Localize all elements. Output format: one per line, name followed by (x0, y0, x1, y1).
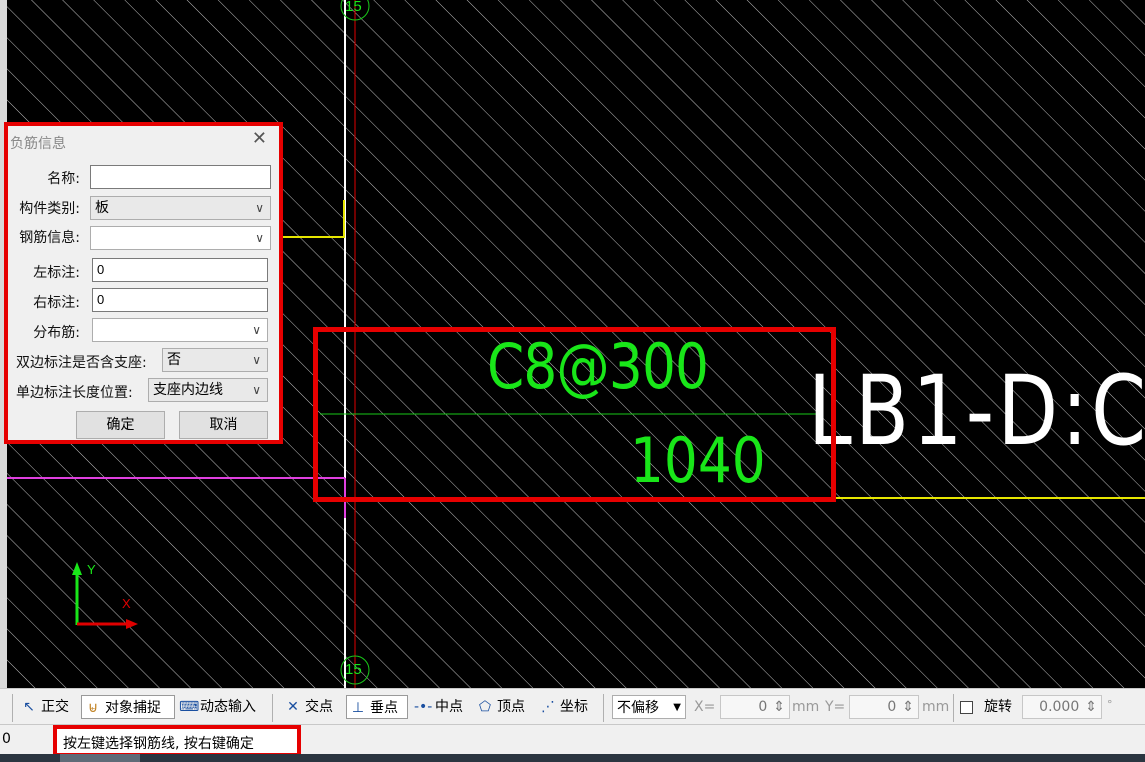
left-mark-input[interactable]: 0 (92, 258, 268, 282)
x-spin-icon[interactable]: ⇕ (773, 699, 785, 715)
chevron-down-icon: ∨ (255, 231, 264, 245)
double-side-select-value: 否 (167, 352, 181, 368)
name-input[interactable] (90, 165, 271, 189)
cancel-button[interactable]: 取消 (179, 411, 268, 439)
intersection-label: 交点 (305, 699, 333, 715)
ortho-icon: ↖ (23, 699, 35, 715)
rebar-info-select[interactable]: ∨ (90, 226, 271, 250)
vertex-icon: ⬠ (478, 699, 492, 715)
dialog-title: 负筋信息 (10, 136, 66, 152)
ortho-label: 正交 (41, 699, 69, 715)
chevron-down-icon: ∨ (252, 383, 261, 397)
coordinate-label: 坐标 (560, 699, 588, 715)
magnet-icon: ⊌ (87, 700, 99, 716)
ucs-y-label: Y (87, 562, 96, 577)
status-prompt-box: 按左键选择钢筋线, 按右键确定 (53, 725, 301, 757)
slab-label-text[interactable]: LB1-D:C (808, 355, 1145, 467)
intersection-snap[interactable]: ✕ 交点 (284, 695, 333, 719)
rotate-label: 旋转 (984, 699, 1012, 715)
y-spin-icon[interactable]: ⇕ (902, 699, 914, 715)
y-input[interactable]: 0 ⇕ (849, 695, 919, 719)
axis-number-top: 15 (345, 0, 362, 15)
ucs-x-label: X (122, 596, 131, 611)
rebar-highlight-box (313, 327, 836, 502)
y-label: Y= (825, 699, 846, 715)
rotate-spin-icon[interactable]: ⇕ (1085, 699, 1097, 715)
single-side-select[interactable]: 支座内边线 ∨ (148, 378, 268, 402)
ortho-toggle[interactable]: ↖ 正交 (20, 695, 69, 719)
chevron-down-icon: ∨ (255, 201, 264, 215)
midpoint-label: 中点 (435, 699, 463, 715)
category-select[interactable]: 板 ∨ (90, 196, 271, 220)
dropdown-arrow-icon: ▼ (673, 702, 681, 713)
right-mark-label: 右标注: (33, 295, 80, 311)
right-mark-input[interactable]: 0 (92, 288, 268, 312)
name-label: 名称: (47, 171, 80, 187)
toolbar-separator (603, 694, 604, 722)
x-label: X= (694, 699, 716, 715)
rotate-input-value: 0.000 (1039, 699, 1080, 715)
offset-mode-select[interactable]: 不偏移 ▼ (612, 695, 686, 719)
y-unit: mm (922, 699, 950, 715)
x-input-value: 0 (758, 699, 768, 715)
dist-rebar-select[interactable]: ∨ (92, 318, 268, 342)
dist-rebar-label: 分布筋: (33, 325, 80, 341)
category-select-value: 板 (95, 200, 109, 216)
toolbar-separator (272, 694, 273, 722)
double-side-label: 双边标注是否含支座: (16, 355, 147, 371)
vertex-label: 顶点 (497, 699, 525, 715)
coordinate-snap[interactable]: ⋰ 坐标 (539, 695, 588, 719)
single-side-label: 单边标注长度位置: (16, 385, 133, 401)
x-input[interactable]: 0 ⇕ (720, 695, 790, 719)
degree-symbol: ° (1107, 698, 1113, 711)
osnap-toggle[interactable]: ⊌ 对象捕捉 (81, 695, 175, 719)
single-side-select-value: 支座内边线 (153, 382, 223, 398)
perpendicular-icon: ⊥ (351, 700, 365, 716)
dyn-input-label: 动态输入 (200, 699, 256, 715)
taskbar-strip (0, 754, 1145, 762)
perpendicular-snap[interactable]: ⊥ 垂点 (346, 695, 408, 719)
midpoint-icon: -•- (414, 699, 433, 715)
rebar-info-dialog: 负筋信息 ✕ 名称: 构件类别: 板 ∨ 钢筋信息: ∨ 左标注: 0 右标注:… (6, 124, 282, 442)
chevron-down-icon: ∨ (252, 323, 261, 337)
status-prompt: 按左键选择钢筋线, 按右键确定 (63, 736, 254, 752)
status-bar: 0 按左键选择钢筋线, 按右键确定 (0, 724, 1145, 757)
y-input-value: 0 (887, 699, 897, 715)
rotate-checkbox[interactable] (960, 701, 973, 714)
osnap-label: 对象捕捉 (105, 700, 161, 716)
midpoint-snap[interactable]: -•- 中点 (414, 695, 463, 719)
perpendicular-label: 垂点 (370, 700, 398, 716)
intersection-icon: ✕ (287, 699, 299, 715)
dyn-input-icon: ⌨ (179, 699, 200, 715)
x-unit: mm (792, 699, 820, 715)
toolbar-separator (12, 694, 13, 722)
snap-toolbar: ↖ 正交 ⊌ 对象捕捉 ⌨动态输入 ✕ 交点 ⊥ 垂点 -•- 中点 ⬠ 顶点 ⋰ 坐标 不偏… (0, 688, 1145, 725)
axis-number-bottom: 15 (345, 661, 362, 678)
rebar-info-label: 钢筋信息: (19, 230, 80, 246)
status-left-value: 0 (2, 731, 11, 747)
category-label: 构件类别: (19, 201, 80, 217)
taskbar-segment (60, 754, 140, 762)
close-icon[interactable]: ✕ (252, 130, 267, 148)
dyn-input-toggle[interactable]: ⌨动态输入 (179, 695, 256, 719)
chevron-down-icon: ∨ (252, 353, 261, 367)
double-side-select[interactable]: 否 ∨ (162, 348, 268, 372)
ok-button[interactable]: 确定 (76, 411, 165, 439)
coordinate-icon: ⋰ (541, 699, 555, 715)
offset-mode-value: 不偏移 (617, 700, 659, 716)
vertex-snap[interactable]: ⬠ 顶点 (476, 695, 525, 719)
rotate-input[interactable]: 0.000 ⇕ (1022, 695, 1102, 719)
toolbar-separator (953, 694, 954, 722)
left-mark-label: 左标注: (33, 265, 80, 281)
